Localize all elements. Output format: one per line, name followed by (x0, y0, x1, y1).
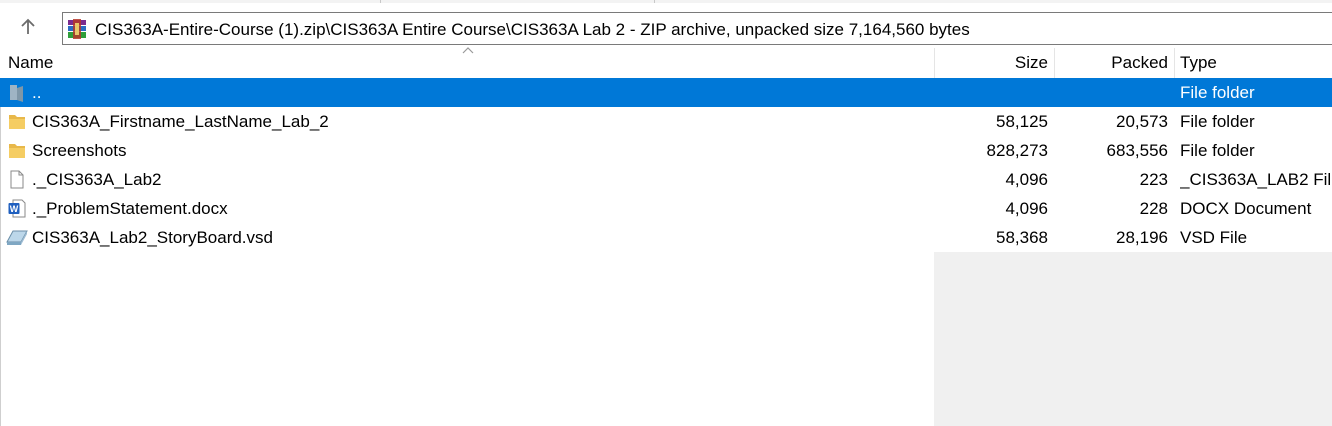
rar-archive-icon (68, 19, 86, 39)
file-name: Screenshots (32, 141, 127, 160)
file-packed: 683,556 (1106, 141, 1168, 160)
column-header-type[interactable]: Type (1180, 48, 1217, 78)
address-path-text: CIS363A-Entire-Course (1).zip\CIS363A En… (95, 20, 970, 39)
file-size: 4,096 (1005, 170, 1048, 189)
arrow-up-icon (21, 18, 35, 34)
column-header-name[interactable]: Name (8, 48, 53, 78)
file-size: 4,096 (1005, 199, 1048, 218)
file-packed: 223 (1139, 170, 1168, 189)
file-size: 58,125 (996, 112, 1048, 131)
file-name: ._CIS363A_Lab2 (32, 170, 162, 189)
file-size: 828,273 (986, 141, 1048, 160)
file-type: File folder (1180, 83, 1255, 102)
column-divider[interactable] (1174, 48, 1175, 78)
file-type: DOCX Document (1180, 199, 1312, 218)
column-header: Name Size Packed Type (0, 47, 1332, 78)
visio-file-icon (6, 230, 28, 245)
file-name: ._ProblemStatement.docx (32, 199, 228, 218)
file-size (935, 78, 1048, 107)
file-row[interactable]: Screenshots 828,273 683,556 File folder (0, 136, 1332, 165)
file-name: CIS363A_Lab2_StoryBoard.vsd (32, 228, 273, 247)
svg-text:W: W (10, 204, 19, 214)
empty-list-area (934, 252, 1332, 426)
file-row[interactable]: W ._ProblemStatement.docx 4,096 228 DOCX… (0, 194, 1332, 223)
file-type: File folder (1180, 112, 1255, 131)
file-name: .. (32, 83, 42, 102)
file-name: CIS363A_Firstname_LastName_Lab_2 (32, 112, 329, 131)
column-header-size[interactable]: Size (935, 48, 1048, 78)
file-row[interactable]: ._CIS363A_Lab2 4,096 223 _CIS363A_LAB2 F… (0, 165, 1332, 194)
folder-icon (9, 115, 25, 129)
file-packed: 228 (1139, 199, 1168, 218)
file-packed: 28,196 (1116, 228, 1168, 247)
file-type: _CIS363A_LAB2 File (1180, 170, 1332, 189)
word-document-icon: W (8, 199, 26, 218)
up-folder-icon (10, 85, 23, 102)
address-bar[interactable]: CIS363A-Entire-Course (1).zip\CIS363A En… (62, 12, 1332, 45)
generic-file-icon (10, 170, 24, 189)
column-header-packed[interactable]: Packed (1055, 48, 1168, 78)
file-type: VSD File (1180, 228, 1248, 247)
file-size: 58,368 (996, 228, 1048, 247)
file-packed: 20,573 (1116, 112, 1168, 131)
file-row[interactable]: CIS363A_Lab2_StoryBoard.vsd 58,368 28,19… (0, 223, 1332, 252)
up-one-level-button[interactable] (14, 13, 42, 41)
file-type: File folder (1180, 141, 1255, 160)
sort-ascending-icon (462, 47, 474, 54)
file-packed (1055, 78, 1168, 107)
file-row-parent[interactable]: .. File folder (0, 78, 1332, 107)
file-row[interactable]: CIS363A_Firstname_LastName_Lab_2 58,125 … (0, 107, 1332, 136)
folder-icon (9, 144, 25, 158)
address-toolbar: CIS363A-Entire-Course (1).zip\CIS363A En… (0, 3, 1332, 48)
